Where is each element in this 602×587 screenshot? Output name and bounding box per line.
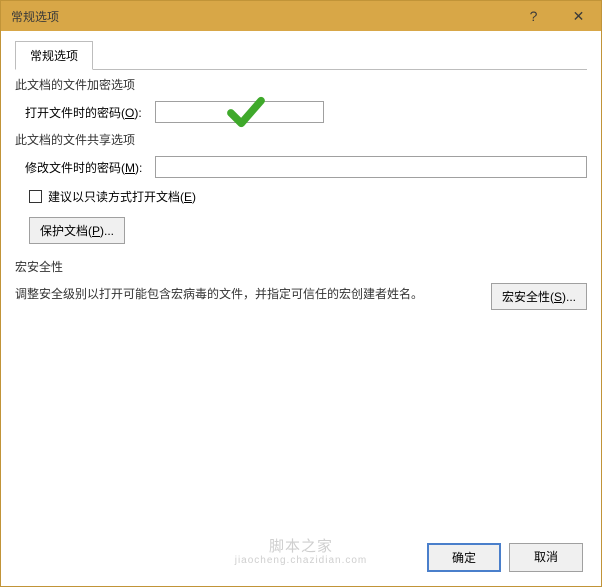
dialog-title: 常规选项 [11,8,59,25]
protect-document-button[interactable]: 保护文档(P)... [29,217,125,244]
tab-strip: 常规选项 [15,41,587,70]
help-button[interactable]: ? [511,1,556,31]
encrypt-section-header: 此文档的文件加密选项 [15,76,587,93]
readonly-checkbox[interactable] [29,190,42,203]
modify-password-input[interactable] [155,156,587,178]
modify-password-label: 修改文件时的密码(M): [25,159,155,176]
watermark-sub: jiaocheng.chazidian.com [235,554,368,568]
open-password-label: 打开文件时的密码(O): [25,104,155,121]
help-icon: ? [530,8,538,24]
share-section-header: 此文档的文件共享选项 [15,131,587,148]
dialog-footer: 确定 取消 [427,543,583,572]
close-button[interactable]: ✕ [556,1,601,31]
macro-description: 调整安全级别以打开可能包含宏病毒的文件，并指定可信任的宏创建者姓名。 [15,283,483,302]
modify-password-row: 修改文件时的密码(M): [25,156,587,178]
titlebar: 常规选项 ? ✕ [1,1,601,31]
macro-section-header: 宏安全性 [15,258,587,275]
dialog: 常规选项 ? ✕ 常规选项 此文档的文件加密选项 打开文件时的密码(O): 此文… [0,0,602,587]
open-password-input-wrap [155,101,587,123]
watermark-main: 脚本之家 [269,538,333,555]
close-icon: ✕ [573,8,585,25]
readonly-label: 建议以只读方式打开文档(E) [48,188,196,205]
tab-general[interactable]: 常规选项 [15,41,93,70]
watermark: 脚本之家 jiaocheng.chazidian.com [235,540,368,568]
readonly-row[interactable]: 建议以只读方式打开文档(E) [29,188,587,205]
open-password-input[interactable] [155,101,324,123]
ok-button[interactable]: 确定 [427,543,501,572]
dialog-body: 常规选项 此文档的文件加密选项 打开文件时的密码(O): 此文档的文件共享选项 … [1,31,601,586]
cancel-button[interactable]: 取消 [509,543,583,572]
macro-row: 调整安全级别以打开可能包含宏病毒的文件，并指定可信任的宏创建者姓名。 宏安全性(… [15,283,587,310]
open-password-row: 打开文件时的密码(O): [25,101,587,123]
macro-security-button[interactable]: 宏安全性(S)... [491,283,587,310]
